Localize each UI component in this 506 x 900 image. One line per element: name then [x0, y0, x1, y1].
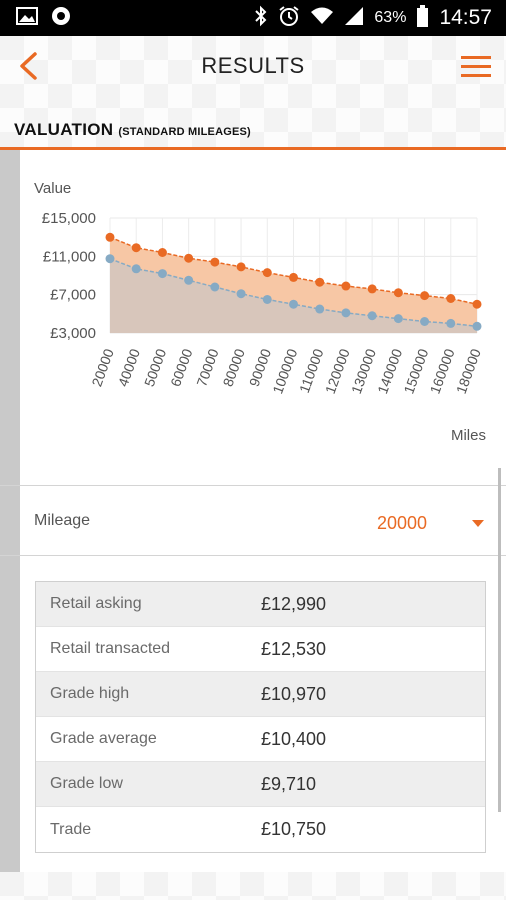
valuation-table: Retail asking £12,990 Retail transacted … [35, 581, 486, 853]
row-label: Retail asking [50, 595, 142, 612]
row-label: Grade low [50, 775, 123, 792]
scrollbar[interactable] [498, 468, 501, 812]
data-point [105, 232, 115, 242]
footer-pattern [0, 872, 506, 900]
menu-button[interactable] [454, 46, 498, 86]
table-row: Trade £10,750 [36, 807, 485, 852]
data-point [184, 253, 194, 263]
valuation-chart: £15,000 £11,000 £7,000 £3,000 20000 40000 5000… [20, 150, 506, 485]
status-bar: 63% 14:57 [0, 0, 506, 36]
signal-icon [344, 6, 364, 31]
row-value: £10,970 [261, 683, 327, 704]
row-value: £10,400 [261, 728, 327, 749]
mileage-dropdown[interactable]: 20000 [370, 508, 492, 538]
data-point [446, 294, 456, 303]
data-point [472, 299, 482, 309]
data-point [367, 311, 377, 321]
data-point [210, 282, 220, 292]
x-tick-label: 80000 [220, 346, 248, 388]
dropdown-arrow-icon [472, 520, 484, 527]
data-point [393, 288, 403, 298]
section-title-text: VALUATION [14, 120, 114, 139]
data-point [341, 308, 351, 318]
table-row: Grade low £9,710 [36, 762, 485, 807]
results-content: £15,000 £11,000 £7,000 £3,000 20000 40000 5000… [0, 150, 506, 872]
data-point [315, 277, 325, 287]
app-header: RESULTS VALUATION (STANDARD MILEAGES) [0, 36, 506, 150]
data-point [262, 268, 272, 278]
y-tick-label: £11,000 [43, 248, 96, 265]
y-axis-label: Value [34, 180, 71, 197]
mileage-label: Mileage [34, 512, 91, 529]
y-tick-label: £7,000 [50, 287, 96, 304]
data-point [289, 299, 298, 309]
table-row: Grade average £10,400 [36, 717, 485, 762]
image-icon [16, 6, 38, 31]
left-accent-bar [0, 150, 20, 872]
page-title: RESULTS [201, 53, 305, 78]
data-point [184, 275, 194, 285]
y-tick-label: £3,000 [50, 325, 96, 342]
row-label: Trade [50, 820, 92, 838]
data-point [446, 318, 456, 328]
table-row: Retail transacted £12,530 [36, 627, 485, 672]
battery-icon [416, 4, 429, 32]
data-point [105, 254, 115, 264]
data-point [315, 304, 325, 314]
data-point [157, 269, 167, 279]
app-icon [50, 5, 72, 32]
x-tick-label: 50000 [141, 346, 169, 388]
alarm-icon [278, 5, 300, 32]
data-point [472, 321, 482, 331]
hamburger-menu-icon [461, 56, 491, 77]
row-label: Retail transacted [50, 640, 171, 657]
row-value: £10,750 [261, 819, 327, 839]
data-point [420, 291, 430, 301]
x-tick-label: 180000 [453, 346, 484, 396]
section-title: VALUATION (STANDARD MILEAGES) [14, 120, 251, 140]
divider [0, 485, 506, 486]
x-tick-label: 70000 [193, 346, 221, 388]
chart-svg: £15,000 £11,000 £7,000 £3,000 20000400005000… [34, 180, 486, 444]
data-point [367, 284, 377, 294]
row-value: £12,530 [261, 638, 327, 659]
data-point [236, 289, 246, 299]
y-tick-label: £15,000 [42, 210, 96, 227]
data-point [157, 248, 167, 257]
divider [0, 555, 506, 556]
data-point [131, 264, 141, 274]
data-point [236, 262, 246, 272]
data-point [210, 257, 220, 267]
wifi-icon [310, 6, 334, 31]
x-axis-label: Miles [451, 427, 486, 444]
x-tick-label: 90000 [246, 346, 274, 388]
data-point [393, 314, 403, 324]
clock: 14:57 [439, 6, 492, 29]
x-tick-label: 40000 [115, 346, 143, 388]
data-point [341, 281, 351, 291]
row-value: £9,710 [261, 773, 317, 794]
table-row: Grade high £10,970 [36, 672, 485, 717]
data-point [420, 317, 430, 326]
battery-percent: 63% [374, 9, 407, 26]
bluetooth-icon [254, 5, 268, 32]
data-point [262, 294, 272, 304]
row-value: £12,990 [261, 593, 327, 614]
row-label: Grade high [50, 685, 130, 702]
mileage-selected-value: 20000 [377, 512, 428, 533]
data-point [289, 272, 298, 282]
data-point [131, 243, 141, 253]
table-row: Retail asking £12,990 [36, 582, 485, 627]
x-tick-label: 60000 [167, 346, 195, 388]
row-label: Grade average [50, 730, 157, 747]
section-subtitle: (STANDARD MILEAGES) [118, 126, 251, 138]
x-tick-label: 20000 [88, 346, 116, 388]
